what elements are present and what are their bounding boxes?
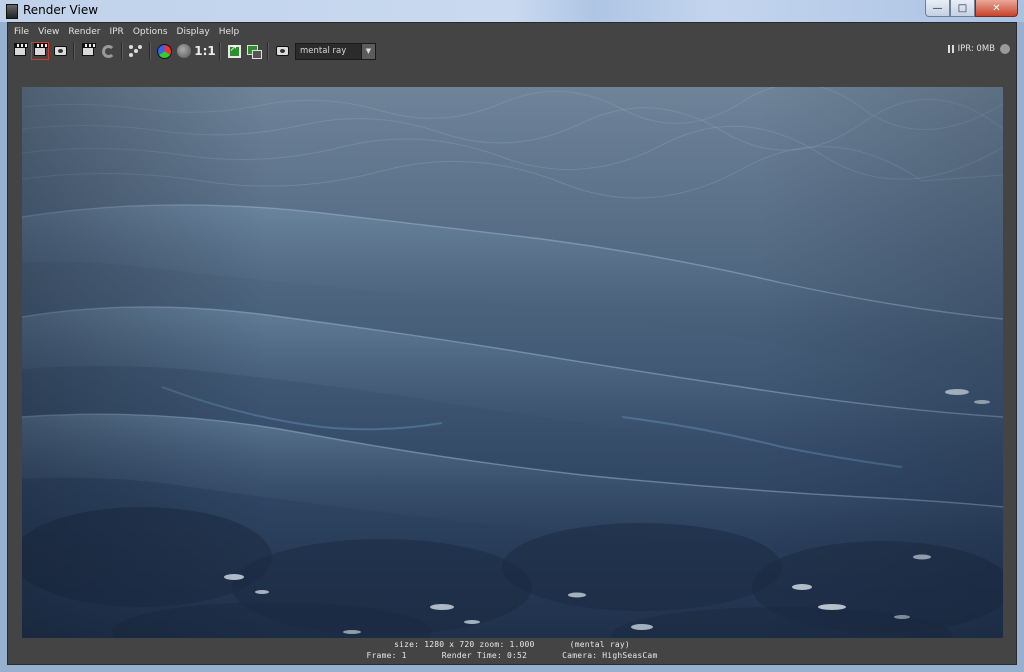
render-sequence-icon[interactable] <box>127 42 145 60</box>
render-region-icon[interactable] <box>31 42 49 60</box>
snapshot-icon[interactable] <box>51 42 69 60</box>
render-info-bar: size: 1280 x 720 zoom: 1.000 (mental ray… <box>8 638 1016 664</box>
render-current-frame-icon[interactable] <box>11 42 29 60</box>
ipr-status-indicator-icon <box>1000 44 1010 54</box>
client-area: File View Render IPR Options Display Hel… <box>7 22 1017 665</box>
ipr-memory-label: IPR: 0MB <box>957 44 995 54</box>
minimize-button[interactable]: — <box>925 0 950 17</box>
refresh-ipr-icon[interactable] <box>99 42 117 60</box>
real-size-button[interactable]: 1:1 <box>194 42 216 60</box>
menu-ipr[interactable]: IPR <box>107 27 129 37</box>
renderer-dropdown[interactable]: mental ray ▼ <box>295 42 376 60</box>
renderer-value: mental ray <box>300 46 347 56</box>
menu-help[interactable]: Help <box>217 27 246 37</box>
render-size-info: size: 1280 x 720 zoom: 1.000 (mental ray… <box>394 640 630 649</box>
rgb-channels-icon[interactable] <box>155 42 173 60</box>
ipr-render-icon[interactable] <box>79 42 97 60</box>
toolbar-separator <box>121 42 123 60</box>
render-settings-icon[interactable] <box>273 42 291 60</box>
toolbar: 1:1 mental ray ▼ <box>8 40 1016 62</box>
render-viewport[interactable] <box>8 62 1016 639</box>
window-title: Render View <box>23 3 99 17</box>
compare-images-icon[interactable] <box>245 42 263 60</box>
maya-app-icon[interactable] <box>6 4 18 19</box>
menu-bar: File View Render IPR Options Display Hel… <box>8 23 1016 40</box>
toolbar-separator <box>267 42 269 60</box>
render-view-window: Render View — □ ✕ File View Render IPR O… <box>0 0 1024 672</box>
window-controls: — □ ✕ <box>925 0 1018 18</box>
menu-render[interactable]: Render <box>66 27 106 37</box>
maximize-button[interactable]: □ <box>950 0 975 17</box>
menu-view[interactable]: View <box>36 27 65 37</box>
close-button[interactable]: ✕ <box>975 0 1018 17</box>
rendered-image <box>22 87 1003 639</box>
toolbar-separator <box>73 42 75 60</box>
menu-file[interactable]: File <box>12 27 35 37</box>
menu-options[interactable]: Options <box>131 27 174 37</box>
chevron-down-icon[interactable]: ▼ <box>361 43 375 59</box>
ipr-status: IPR: 0MB <box>947 44 1010 54</box>
pause-ipr-icon[interactable] <box>947 45 954 53</box>
alpha-channel-icon[interactable] <box>175 42 193 60</box>
keep-image-icon[interactable] <box>225 42 243 60</box>
toolbar-separator <box>149 42 151 60</box>
menu-display[interactable]: Display <box>175 27 216 37</box>
toolbar-separator <box>219 42 221 60</box>
render-frame-info: Frame: 1 Render Time: 0:52 Camera: HighS… <box>366 651 658 660</box>
title-bar[interactable]: Render View — □ ✕ <box>0 0 1024 22</box>
